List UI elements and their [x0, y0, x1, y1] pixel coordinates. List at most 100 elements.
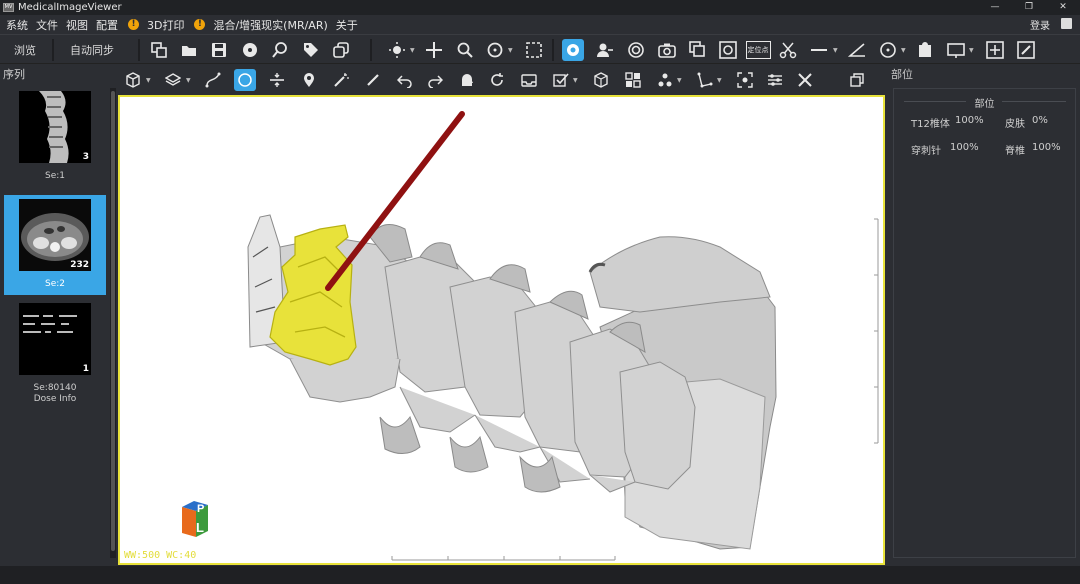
redo-icon[interactable] [424, 69, 446, 91]
minimize-button[interactable]: — [978, 0, 1012, 15]
grid-icon[interactable] [622, 69, 644, 91]
focus-icon[interactable] [734, 69, 756, 91]
series-item[interactable]: 1 Se:80140 Dose Info [4, 299, 106, 409]
line-measure-icon[interactable] [808, 39, 830, 61]
rotate-3d-icon[interactable] [234, 69, 256, 91]
cube-view-icon[interactable] [122, 69, 144, 91]
pan-icon[interactable] [423, 39, 445, 61]
checkbox-icon[interactable] [550, 69, 572, 91]
chevron-down-icon[interactable]: ▼ [833, 47, 838, 54]
part-skin-value: 0% [1032, 115, 1048, 126]
target-icon[interactable] [625, 39, 647, 61]
curve-icon[interactable] [202, 69, 224, 91]
parts-panel: 部位 T12椎体 100% 皮肤 0% 穿刺针 100% 脊椎 100% [893, 88, 1076, 558]
locate-point-icon[interactable]: 定位点 [745, 39, 771, 61]
toolbar-separator [370, 39, 372, 61]
chevron-down-icon[interactable]: ▼ [573, 77, 578, 84]
polyline-icon[interactable] [694, 69, 716, 91]
molecules-icon[interactable] [654, 69, 676, 91]
part-t12-name[interactable]: T12椎体 [911, 115, 950, 130]
multi-window-icon[interactable] [148, 39, 170, 61]
select-region-icon[interactable] [523, 39, 545, 61]
spine-3d-render[interactable] [120, 97, 883, 563]
menu-about[interactable]: 关于 [336, 17, 358, 33]
chevron-down-icon[interactable]: ▼ [146, 77, 151, 84]
scissors-icon[interactable] [777, 39, 799, 61]
pencil-icon[interactable] [362, 69, 384, 91]
auto-sync-button[interactable]: 自动同步 [70, 42, 114, 58]
sequence-scrollbar[interactable] [110, 88, 116, 558]
box-3d-icon[interactable] [590, 69, 612, 91]
cube-front-label: L [196, 520, 204, 535]
menu-bar: 系统 文件 视图 配置 ! 3D打印 ! 混合/增强现实(MR/AR) 关于 登… [0, 15, 1080, 34]
menu-mr-ar[interactable]: 混合/增强现实(MR/AR) [213, 17, 327, 33]
tools-icon[interactable] [794, 69, 816, 91]
menu-system[interactable]: 系统 [6, 17, 28, 33]
sliders-icon[interactable] [764, 69, 786, 91]
angle-icon[interactable] [846, 39, 868, 61]
magic-wand-icon[interactable] [330, 69, 352, 91]
chevron-down-icon[interactable]: ▼ [186, 77, 191, 84]
disc-icon[interactable] [239, 39, 261, 61]
circle-measure-icon[interactable] [877, 39, 899, 61]
3d-viewport[interactable]: P L WW:500 WC:40 [118, 95, 885, 565]
part-needle-value: 100% [950, 142, 979, 153]
map-pin-icon[interactable] [298, 69, 320, 91]
refresh-icon[interactable] [486, 69, 508, 91]
chevron-down-icon[interactable]: ▼ [969, 47, 974, 54]
layers-icon[interactable] [162, 69, 184, 91]
series-thumbnail: 232 [19, 199, 91, 271]
scrollbar-thumb[interactable] [111, 91, 115, 551]
chevron-down-icon[interactable]: ▼ [677, 77, 682, 84]
split-icon[interactable] [266, 69, 288, 91]
zoom-icon[interactable] [454, 39, 476, 61]
series-image-count: 1 [82, 364, 89, 374]
browse-button[interactable]: 浏览 [14, 42, 36, 58]
close-button[interactable]: ✕ [1046, 0, 1080, 15]
menu-file[interactable]: 文件 [36, 17, 58, 33]
part-skin-name[interactable]: 皮肤 [1005, 115, 1025, 130]
chevron-down-icon[interactable]: ▼ [717, 77, 722, 84]
series-item[interactable]: 232 Se:2 [4, 195, 106, 295]
series-item[interactable]: 3 Se:1 [4, 87, 106, 185]
frame-zoom-icon[interactable] [717, 39, 739, 61]
rotate-icon[interactable] [484, 39, 506, 61]
chevron-down-icon[interactable]: ▼ [901, 47, 906, 54]
search-icon[interactable] [269, 39, 291, 61]
chevron-down-icon[interactable]: ▼ [410, 47, 415, 54]
head-model-icon[interactable] [456, 69, 478, 91]
series-thumbnail: 1 [19, 303, 91, 375]
user-icon[interactable] [1061, 18, 1072, 29]
menu-config[interactable]: 配置 [96, 17, 118, 33]
orientation-cube-icon[interactable]: P L [178, 499, 212, 539]
series-label: Se:80140 [33, 383, 77, 393]
part-needle-name[interactable]: 穿刺针 [911, 142, 941, 157]
login-link[interactable]: 登录 [1030, 17, 1050, 32]
screen-capture-icon[interactable] [945, 39, 967, 61]
body-scan-icon[interactable] [914, 39, 936, 61]
user-remove-icon[interactable] [594, 39, 616, 61]
sequence-panel: 3 Se:1 232 Se:2 1 Se:80140 Dose Info [0, 85, 112, 565]
part-spine-value: 100% [1032, 142, 1061, 153]
layers-copy-icon[interactable] [687, 39, 709, 61]
copy-icon[interactable] [330, 39, 352, 61]
series-image-count: 3 [82, 152, 89, 162]
edit-icon[interactable] [1015, 39, 1037, 61]
group-line [1002, 101, 1066, 102]
menu-3d-print[interactable]: 3D打印 [147, 17, 184, 33]
inbox-icon[interactable] [518, 69, 540, 91]
app-logo-icon: MV [3, 3, 14, 12]
restore-button[interactable]: ❐ [1012, 0, 1046, 15]
open-folder-icon[interactable] [178, 39, 200, 61]
menu-view[interactable]: 视图 [66, 17, 88, 33]
tag-icon[interactable] [300, 39, 322, 61]
restore-panel-icon[interactable] [846, 69, 868, 91]
chevron-down-icon[interactable]: ▼ [508, 47, 513, 54]
crosshair-icon[interactable] [984, 39, 1006, 61]
save-icon[interactable] [208, 39, 230, 61]
volume-render-icon[interactable] [562, 39, 584, 61]
camera-icon[interactable] [656, 39, 678, 61]
brightness-icon[interactable] [386, 39, 408, 61]
part-spine-name[interactable]: 脊椎 [1005, 142, 1025, 157]
undo-icon[interactable] [394, 69, 416, 91]
